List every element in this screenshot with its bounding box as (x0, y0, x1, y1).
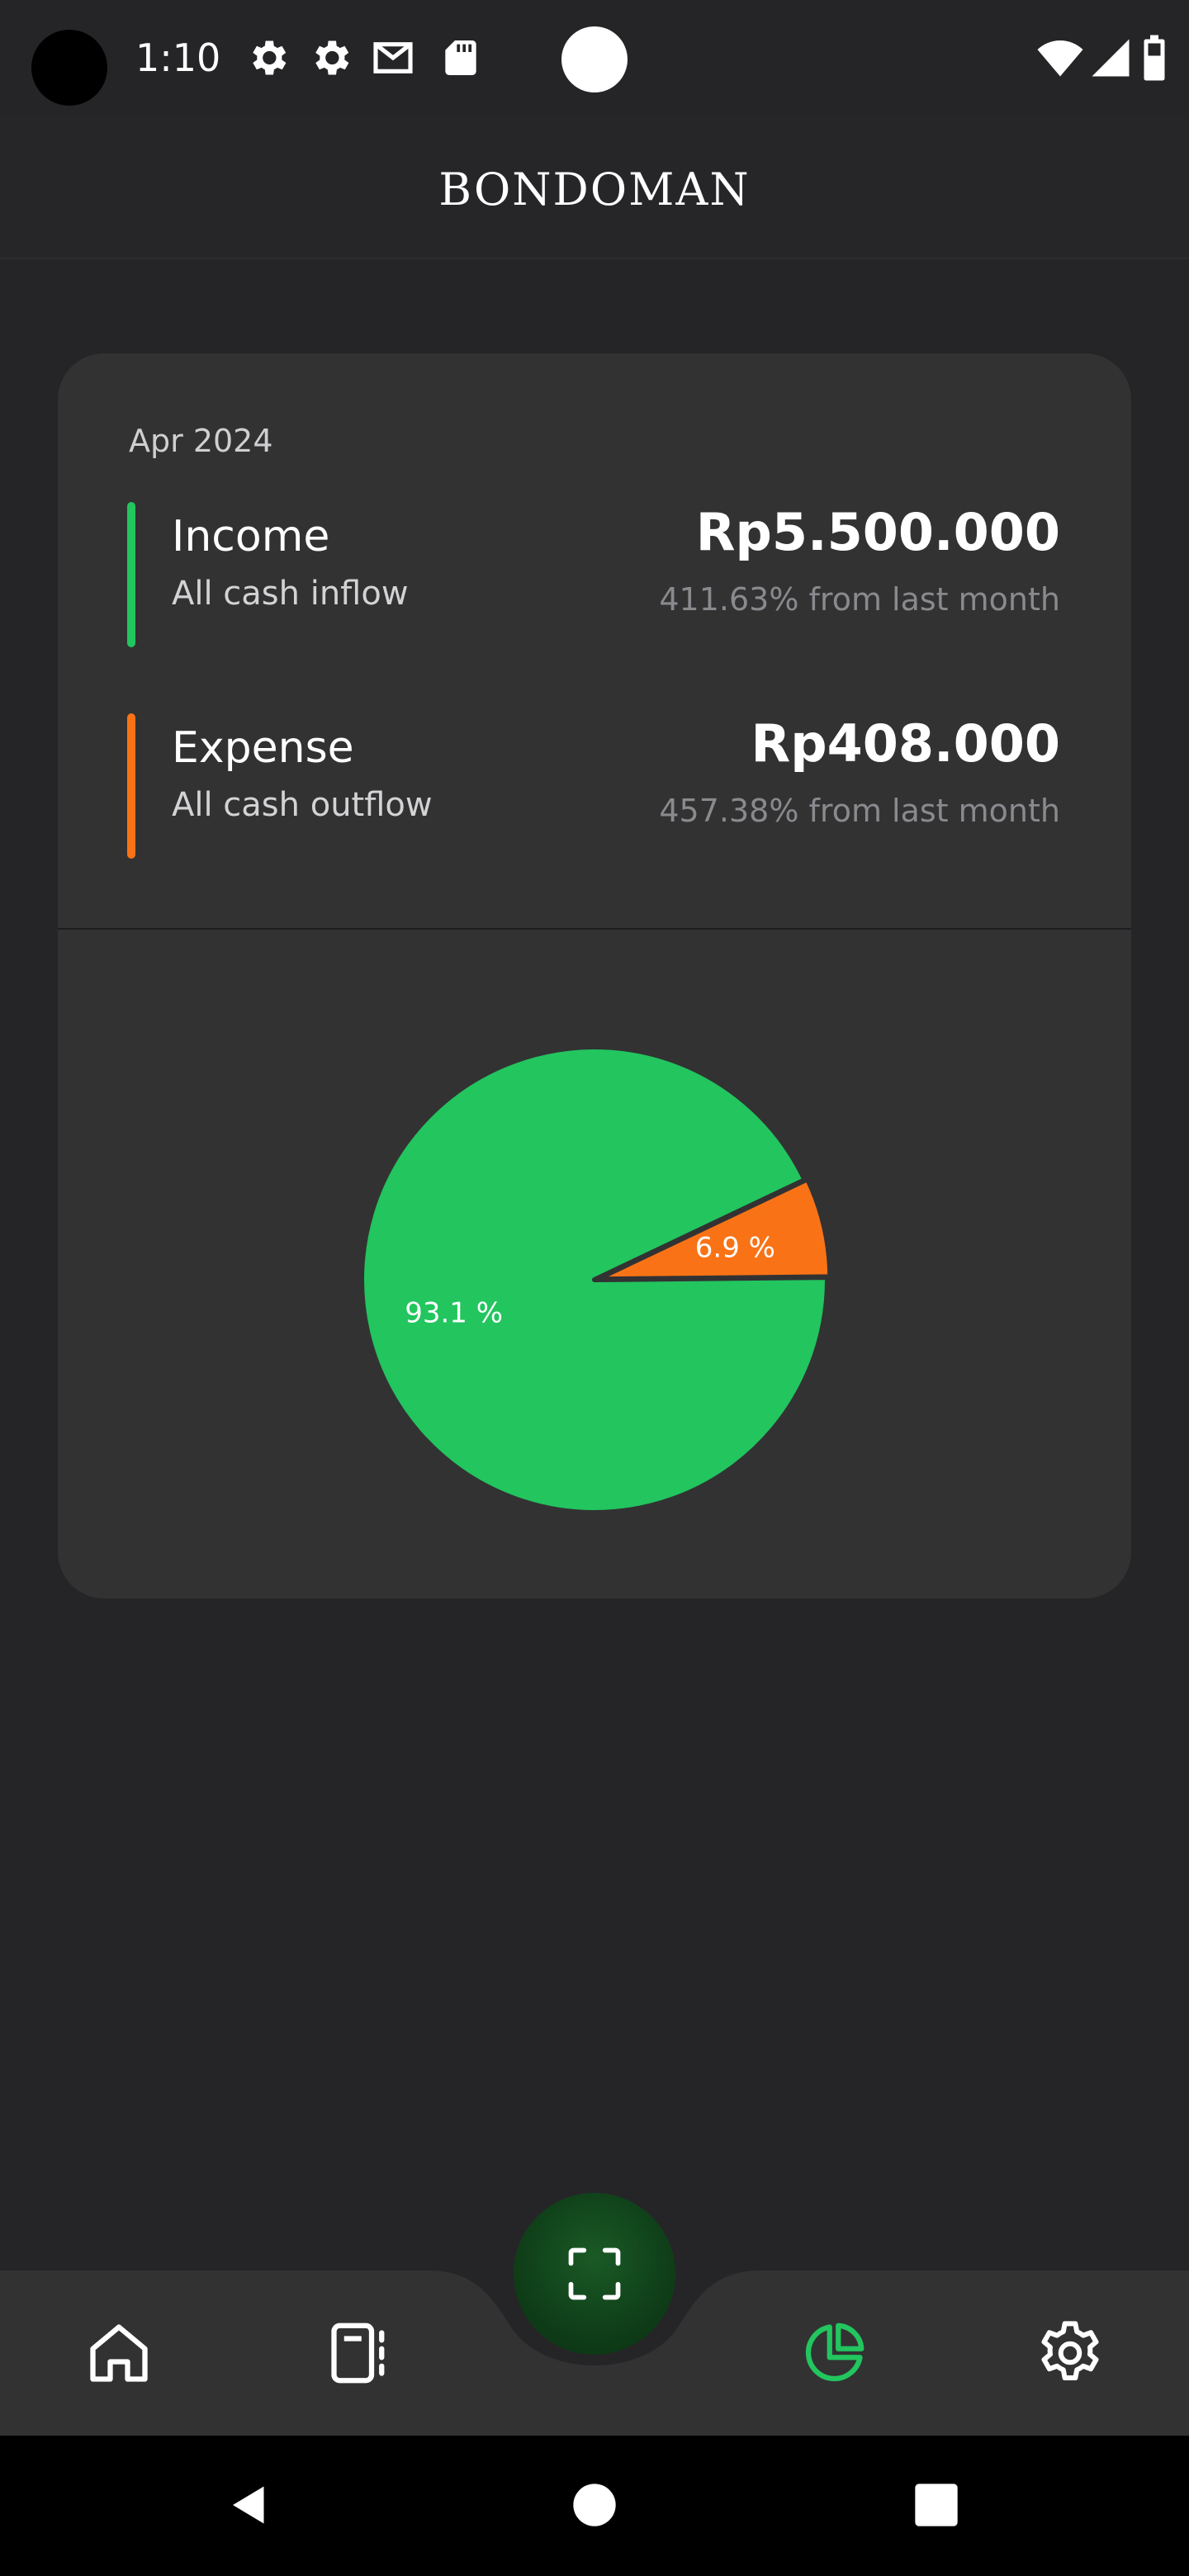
month-label: Apr 2024 (129, 423, 273, 459)
back-icon (233, 2486, 264, 2524)
gmail-icon (373, 42, 413, 73)
nav-settings[interactable] (1021, 2304, 1120, 2403)
settings-icon (315, 40, 349, 75)
nav-home[interactable] (69, 2304, 168, 2403)
system-recents-button[interactable] (897, 2465, 976, 2545)
status-time: 1:10 (135, 36, 221, 80)
expense-amount: Rp408.000 (751, 713, 1060, 774)
income-row: Income All cash inflow Rp5.500.000 411.6… (58, 502, 1131, 651)
home-circle-icon (573, 2484, 616, 2526)
sd-card-icon (445, 40, 476, 75)
income-change: 411.63% from last month (659, 581, 1060, 618)
summary-card: Apr 2024 Income All cash inflow Rp5.500.… (58, 353, 1131, 1598)
notification-dot (561, 26, 628, 92)
app-title: BONDOMAN (438, 163, 751, 215)
expense-title: Expense (172, 723, 354, 773)
settings-icon (253, 40, 287, 75)
recents-icon (915, 2484, 958, 2526)
income-accent-bar (127, 502, 135, 647)
pie-chart-area: 93.1 % 6.9 % (58, 930, 1131, 1598)
home-icon (90, 2324, 148, 2382)
expense-accent-bar (127, 713, 135, 859)
nav-transactions[interactable] (310, 2304, 410, 2403)
scan-icon (568, 2247, 621, 2300)
scan-button[interactable] (514, 2193, 675, 2355)
system-home-button[interactable] (555, 2465, 634, 2545)
pie-label-expense: 6.9 % (695, 1232, 775, 1265)
app-header: BONDOMAN (0, 116, 1189, 259)
income-title: Income (172, 512, 330, 561)
signal-icon (1092, 39, 1130, 77)
pie-chart: 93.1 % 6.9 % (359, 1044, 833, 1515)
pie-label-income: 93.1 % (405, 1296, 503, 1329)
camera-cutout (31, 30, 107, 106)
expense-row: Expense All cash outflow Rp408.000 457.3… (58, 713, 1131, 862)
status-bar: 1:10 (0, 0, 1189, 116)
graph-icon (805, 2323, 865, 2382)
battery-icon (1144, 35, 1165, 81)
system-navigation-bar (0, 2436, 1189, 2576)
wifi-icon (1037, 40, 1083, 77)
transactions-icon (331, 2323, 385, 2384)
summary-card-header: Apr 2024 Income All cash inflow Rp5.500.… (58, 353, 1131, 930)
income-subtitle: All cash inflow (172, 575, 409, 613)
expense-change: 457.38% from last month (659, 793, 1060, 829)
expense-subtitle: All cash outflow (172, 786, 433, 824)
income-amount: Rp5.500.000 (695, 502, 1060, 562)
nav-graph[interactable] (784, 2304, 883, 2403)
settings-icon (1041, 2321, 1099, 2380)
system-back-button[interactable] (210, 2465, 289, 2545)
